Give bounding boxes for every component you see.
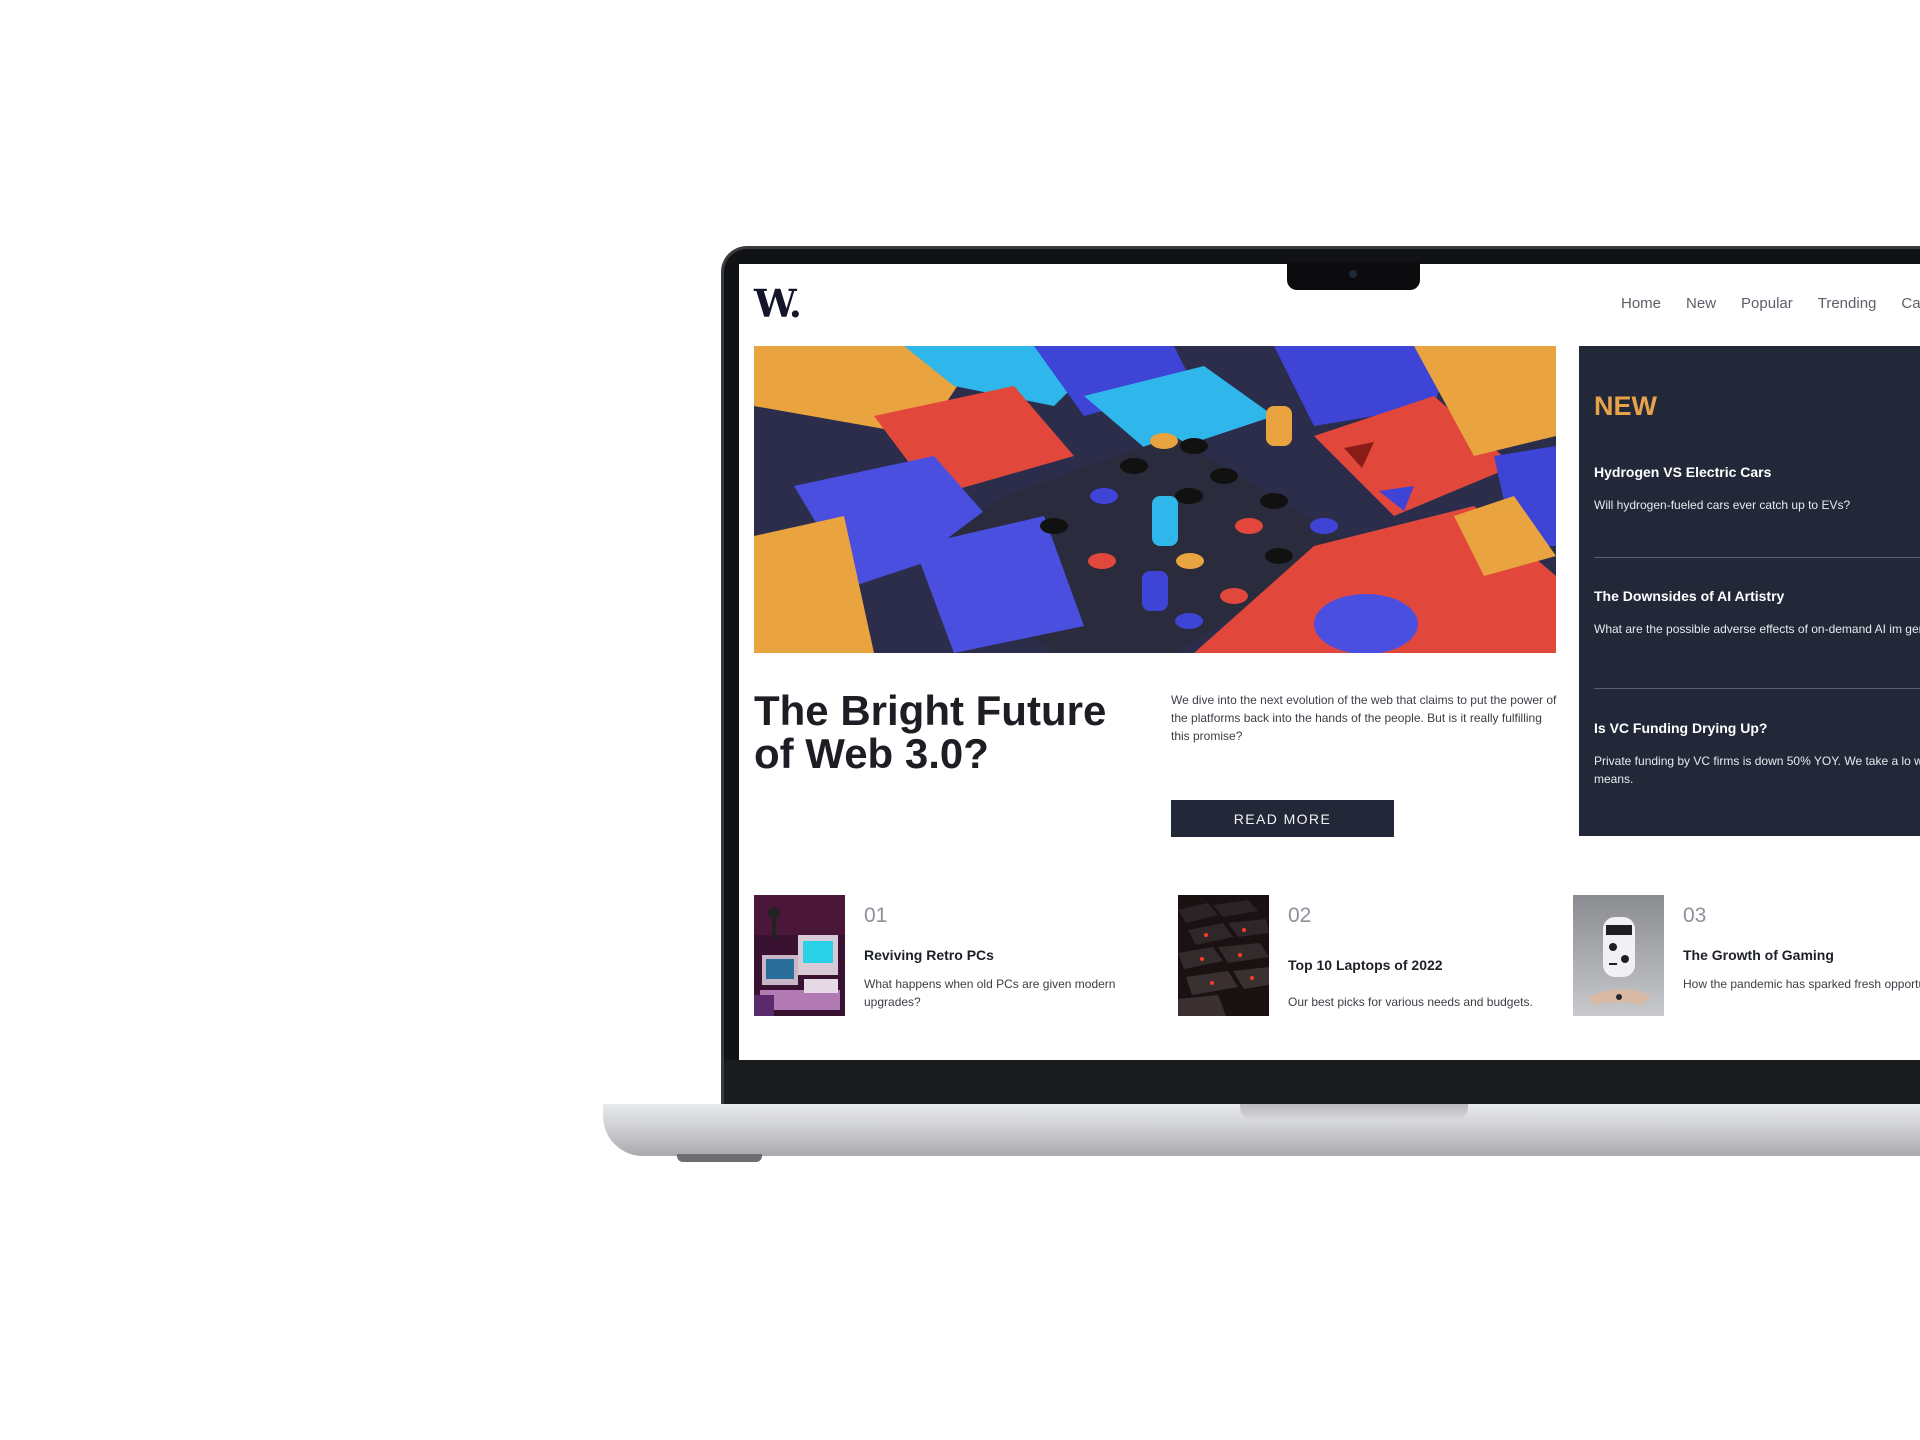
laptop-screen: W. Home New Popular Trending Cate: [739, 264, 1920, 1060]
new-item[interactable]: Hydrogen VS Electric Cars Will hydrogen-…: [1594, 464, 1920, 514]
new-articles-panel: NEW Hydrogen VS Electric Cars Will hydro…: [1579, 346, 1920, 836]
nav-home[interactable]: Home: [1621, 295, 1661, 312]
new-item-title[interactable]: Hydrogen VS Electric Cars: [1594, 464, 1920, 480]
hero-title[interactable]: The Bright Future of Web 3.0?: [754, 689, 1154, 775]
divider: [1594, 688, 1920, 689]
laptop-foot: [677, 1154, 762, 1162]
top-nav: Home New Popular Trending Cate: [1621, 295, 1920, 312]
retro-pc-thumbnail[interactable]: [754, 895, 845, 1016]
card-number: 02: [1288, 904, 1312, 927]
card-title[interactable]: Top 10 Laptops of 2022: [1288, 957, 1443, 973]
new-item-title[interactable]: Is VC Funding Drying Up?: [1594, 720, 1920, 736]
new-item-description: Will hydrogen-fueled cars ever catch up …: [1594, 498, 1851, 512]
card-number: 01: [864, 904, 888, 927]
hero-description: We dive into the next evolution of the w…: [1171, 693, 1557, 743]
new-item-description: Private funding by VC firms is down 50% …: [1594, 754, 1920, 786]
card-description: What happens when old PCs are given mode…: [864, 977, 1116, 1009]
controller-image: [1573, 895, 1664, 1016]
gaming-controller-thumbnail[interactable]: [1573, 895, 1664, 1016]
divider: [1594, 557, 1920, 558]
new-item-description: What are the possible adverse effects of…: [1594, 622, 1920, 636]
nav-popular[interactable]: Popular: [1741, 295, 1793, 312]
card-number: 03: [1683, 904, 1707, 927]
new-heading: NEW: [1594, 391, 1657, 421]
site-logo[interactable]: W.: [754, 281, 802, 326]
card-title[interactable]: Reviving Retro PCs: [864, 947, 994, 963]
new-item[interactable]: Is VC Funding Drying Up? Private funding…: [1594, 720, 1920, 788]
laptop-base-groove: [1240, 1104, 1468, 1121]
card-description: How the pandemic has sparked fresh oppor…: [1683, 977, 1920, 991]
read-more-button[interactable]: READ MORE: [1171, 800, 1394, 837]
new-item-title[interactable]: The Downsides of AI Artistry: [1594, 588, 1920, 604]
laptop-keyboard-thumbnail[interactable]: [1178, 895, 1269, 1016]
keyboard-image: [1178, 895, 1269, 1016]
retro-pc-image: [754, 895, 845, 1016]
hero-image[interactable]: [754, 346, 1556, 653]
card-description: Our best picks for various needs and bud…: [1288, 995, 1533, 1009]
article-card[interactable]: 01 Reviving Retro PCs What happens when …: [754, 895, 1164, 1016]
hero-blocks-illustration: [754, 346, 1556, 653]
camera-notch: [1287, 262, 1420, 290]
laptop-screen-chin: [724, 1060, 1920, 1106]
article-card[interactable]: 02 Top 10 Laptops of 2022 Our best picks…: [1178, 895, 1568, 1016]
camera-icon: [1349, 270, 1357, 278]
article-card[interactable]: 03 The Growth of Gaming How the pandemic…: [1573, 895, 1920, 1016]
card-title[interactable]: The Growth of Gaming: [1683, 947, 1834, 963]
nav-categories[interactable]: Cate: [1901, 295, 1920, 312]
nav-new[interactable]: New: [1686, 295, 1716, 312]
new-item[interactable]: The Downsides of AI Artistry What are th…: [1594, 588, 1920, 638]
nav-trending[interactable]: Trending: [1818, 295, 1877, 312]
